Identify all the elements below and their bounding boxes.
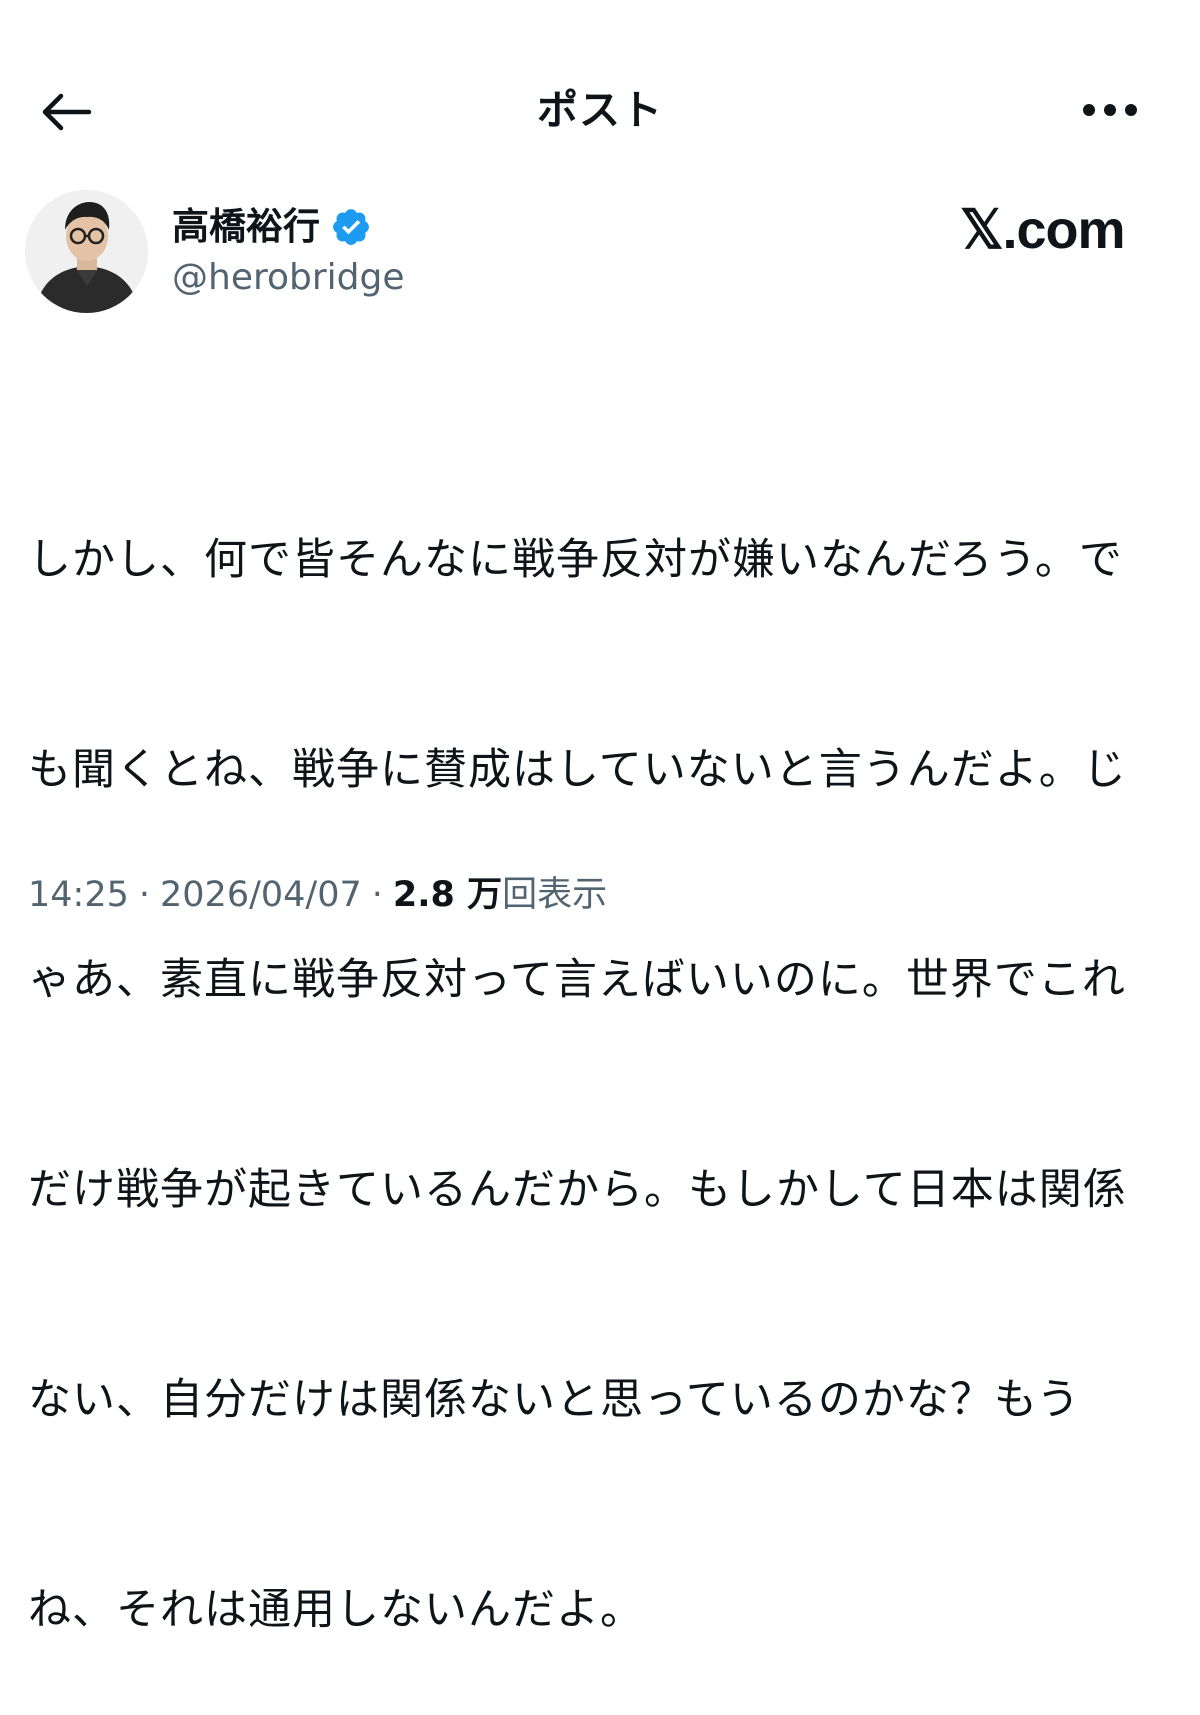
- post-text-line: ね、それは通用しないんだよ。: [28, 1585, 644, 1635]
- meta-separator: ·: [138, 875, 151, 915]
- avatar[interactable]: [25, 190, 148, 313]
- more-horizontal-icon: [1083, 104, 1137, 116]
- brand-logo: 𝕏.com: [960, 198, 1126, 262]
- post-text-line: ゃあ、素直に戦争反対って言えばいいのに。世界でこれ: [28, 955, 1126, 1005]
- meta-separator: ·: [371, 875, 383, 915]
- page-title: ポスト: [537, 86, 663, 134]
- avatar-image: [25, 190, 148, 313]
- brand-text: 𝕏.com: [960, 200, 1126, 260]
- author-handle[interactable]: @herobridge: [172, 254, 405, 302]
- post-text-line: しかし、何で皆そんなに戦争反対が嫌いなんだろう。で: [28, 535, 1123, 585]
- author-name[interactable]: 高橋裕行: [172, 201, 320, 253]
- top-bar: ポスト: [0, 0, 1200, 215]
- views-label[interactable]: 回表示: [502, 866, 607, 924]
- verified-badge-icon: [330, 206, 372, 248]
- views-count[interactable]: 2.8 万: [393, 866, 502, 924]
- post-text-line: だけ戦争が起きているんだから。もしかして日本は関係: [28, 1165, 1127, 1215]
- author-name-row: 高橋裕行: [172, 201, 372, 253]
- post-text-line: ない、自分だけは関係ないと思っているのかな？もう: [28, 1375, 1081, 1425]
- post-text: しかし、何で皆そんなに戦争反対が嫌いなんだろう。で も聞くとね、戦争に賛成はして…: [28, 385, 1158, 1715]
- post-date[interactable]: 2026/04/07: [160, 866, 362, 924]
- post-time[interactable]: 14:25: [28, 866, 129, 924]
- post-meta: 14:25 · 2026/04/07 · 2.8 万 回表示: [28, 866, 607, 924]
- back-arrow-icon: [42, 93, 92, 131]
- more-options-button[interactable]: [1074, 82, 1146, 138]
- post-text-line: も聞くとね、戦争に賛成はしていないと言うんだよ。じ: [28, 745, 1127, 795]
- back-button[interactable]: [30, 76, 102, 148]
